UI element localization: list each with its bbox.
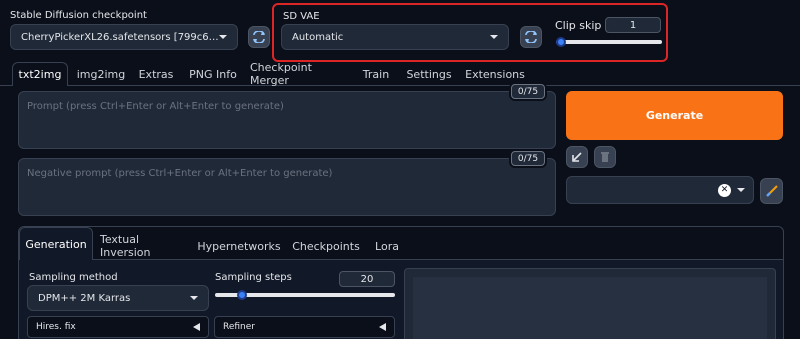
prompt-placeholder: Prompt (press Ctrl+Enter or Alt+Enter to… xyxy=(27,101,284,112)
edit-styles-button[interactable] xyxy=(760,178,783,204)
trash-icon xyxy=(601,152,609,162)
sampling-steps-slider[interactable] xyxy=(215,290,395,300)
tab-train[interactable]: Train xyxy=(360,62,392,86)
tab-img2img[interactable]: img2img xyxy=(76,62,126,86)
sampling-method-value: DPM++ 2M Karras xyxy=(38,292,131,304)
negative-prompt-placeholder: Negative prompt (press Ctrl+Enter or Alt… xyxy=(27,168,333,179)
vae-label: SD VAE xyxy=(283,11,320,22)
hires-fix-label: Hires. fix xyxy=(36,322,76,332)
image-preview-area xyxy=(413,277,767,339)
clip-skip-slider[interactable] xyxy=(556,37,662,47)
chevron-down-icon xyxy=(190,296,198,300)
prompt-token-counter: 0/75 xyxy=(511,84,545,99)
tab-checkpoint-merger[interactable]: Checkpoint Merger xyxy=(250,61,346,87)
chevron-down-icon xyxy=(490,35,498,39)
sampling-method-dropdown[interactable]: DPM++ 2M Karras xyxy=(27,285,209,311)
sampling-steps-slider-thumb[interactable] xyxy=(237,290,247,300)
vae-value: Automatic xyxy=(292,31,344,43)
subtab-hypernetworks[interactable]: Hypernetworks xyxy=(197,232,280,260)
collapse-arrow-icon xyxy=(193,323,200,331)
styles-dropdown[interactable]: ✕ xyxy=(566,176,754,204)
prompt-textarea[interactable]: Prompt (press Ctrl+Enter or Alt+Enter to… xyxy=(18,91,556,149)
checkpoint-dropdown[interactable]: CherryPickerXL26.safetensors [799c6f56e4… xyxy=(10,24,238,50)
clip-skip-slider-track xyxy=(556,40,662,44)
subtab-checkpoints[interactable]: Checkpoints xyxy=(292,232,360,260)
sampling-steps-label: Sampling steps xyxy=(215,272,292,283)
negative-prompt-textarea[interactable]: Negative prompt (press Ctrl+Enter or Alt… xyxy=(18,158,556,216)
refresh-icon xyxy=(253,31,265,43)
collapse-arrow-icon xyxy=(379,323,386,331)
arrow-down-left-icon xyxy=(572,152,582,162)
refresh-vae-button[interactable] xyxy=(520,26,542,48)
refresh-icon xyxy=(525,31,537,43)
hires-fix-accordion[interactable]: Hires. fix xyxy=(27,316,209,338)
subtab-generation[interactable]: Generation xyxy=(19,227,93,260)
chevron-down-icon xyxy=(737,188,745,192)
clip-skip-input[interactable]: 1 xyxy=(605,17,661,33)
checkpoint-value: CherryPickerXL26.safetensors [799c6f56e4… xyxy=(21,31,219,43)
subtab-lora[interactable]: Lora xyxy=(370,232,404,260)
sampling-steps-input[interactable]: 20 xyxy=(339,271,395,287)
refresh-checkpoint-button[interactable] xyxy=(248,26,270,48)
negative-prompt-token-counter: 0/75 xyxy=(511,151,545,166)
clear-x-icon[interactable]: ✕ xyxy=(718,183,731,197)
tab-extras[interactable]: Extras xyxy=(136,62,176,86)
subtab-textual-inversion[interactable]: Textual Inversion xyxy=(100,232,186,260)
sampling-method-label: Sampling method xyxy=(29,272,118,283)
generate-button[interactable]: Generate xyxy=(566,91,783,140)
read-params-button[interactable] xyxy=(566,146,588,168)
clip-skip-label: Clip skip xyxy=(555,19,602,32)
refiner-accordion[interactable]: Refiner xyxy=(214,316,395,338)
clip-skip-slider-thumb[interactable] xyxy=(556,37,566,47)
refiner-label: Refiner xyxy=(223,322,255,332)
checkpoint-label: Stable Diffusion checkpoint xyxy=(10,10,147,21)
tab-settings[interactable]: Settings xyxy=(406,62,452,86)
output-gallery xyxy=(404,268,776,339)
tab-png-info[interactable]: PNG Info xyxy=(188,62,238,86)
tab-txt2img[interactable]: txt2img xyxy=(12,62,68,86)
paintbrush-icon xyxy=(765,185,778,197)
tab-extensions[interactable]: Extensions xyxy=(465,62,525,86)
vae-dropdown[interactable]: Automatic xyxy=(281,24,509,50)
clear-prompt-button[interactable] xyxy=(594,146,616,168)
chevron-down-icon xyxy=(219,35,227,39)
